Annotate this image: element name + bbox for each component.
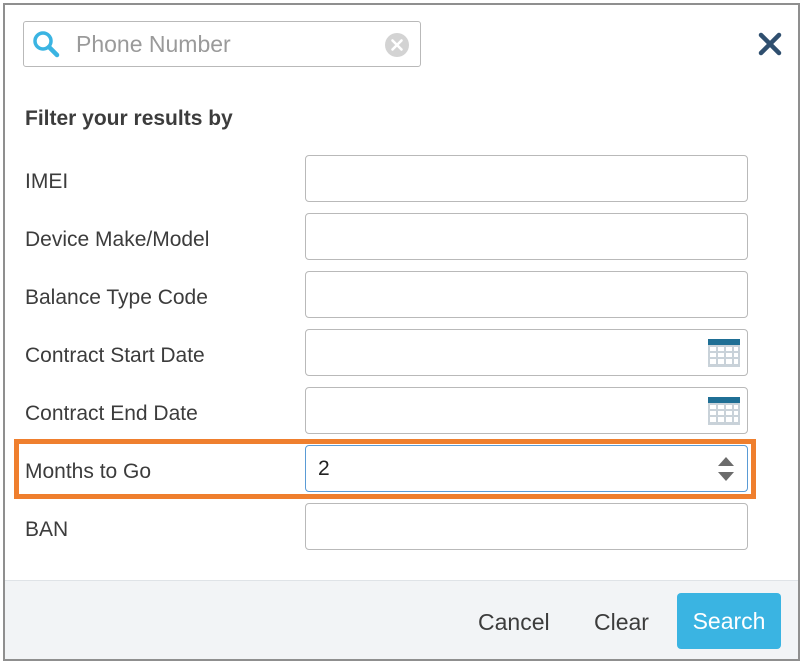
months-to-go-label: Months to Go	[25, 460, 152, 483]
up-down-spinner-icon[interactable]	[717, 456, 735, 482]
ban-input[interactable]	[318, 510, 688, 544]
months-to-go-input[interactable]	[318, 452, 688, 486]
close-icon[interactable]	[757, 31, 783, 57]
phone-search-box	[23, 21, 421, 67]
clear-button[interactable]: Clear	[594, 609, 649, 636]
filter-heading: Filter your results by	[25, 107, 233, 130]
search-button[interactable]: Search	[677, 593, 781, 649]
contract-start-date-field[interactable]	[305, 329, 748, 376]
imei-field[interactable]	[305, 155, 748, 202]
dialog-footer: Cancel Clear Search	[5, 580, 798, 659]
contract-end-date-input[interactable]	[318, 394, 688, 428]
cancel-button[interactable]: Cancel	[478, 609, 550, 636]
calendar-icon[interactable]	[707, 395, 741, 427]
phone-number-input[interactable]	[76, 28, 376, 60]
contract-end-date-field[interactable]	[305, 387, 748, 434]
balance-type-code-label: Balance Type Code	[25, 286, 208, 309]
ban-field[interactable]	[305, 503, 748, 550]
filter-dialog: Filter your results by IMEI Device Make/…	[3, 3, 800, 661]
contract-start-date-label: Contract Start Date	[25, 344, 205, 367]
search-icon	[33, 31, 60, 58]
balance-type-code-field[interactable]	[305, 271, 748, 318]
ban-label: BAN	[25, 518, 69, 541]
imei-label: IMEI	[25, 170, 69, 193]
device-make-model-label: Device Make/Model	[25, 228, 210, 251]
imei-input[interactable]	[318, 162, 688, 196]
device-make-model-field[interactable]	[305, 213, 748, 260]
months-to-go-field[interactable]	[305, 445, 748, 492]
contract-start-date-input[interactable]	[318, 336, 688, 370]
balance-type-code-input[interactable]	[318, 278, 688, 312]
calendar-icon[interactable]	[707, 337, 741, 369]
contract-end-date-label: Contract End Date	[25, 402, 198, 425]
device-make-model-input[interactable]	[318, 220, 688, 254]
clear-search-icon[interactable]	[384, 32, 410, 58]
